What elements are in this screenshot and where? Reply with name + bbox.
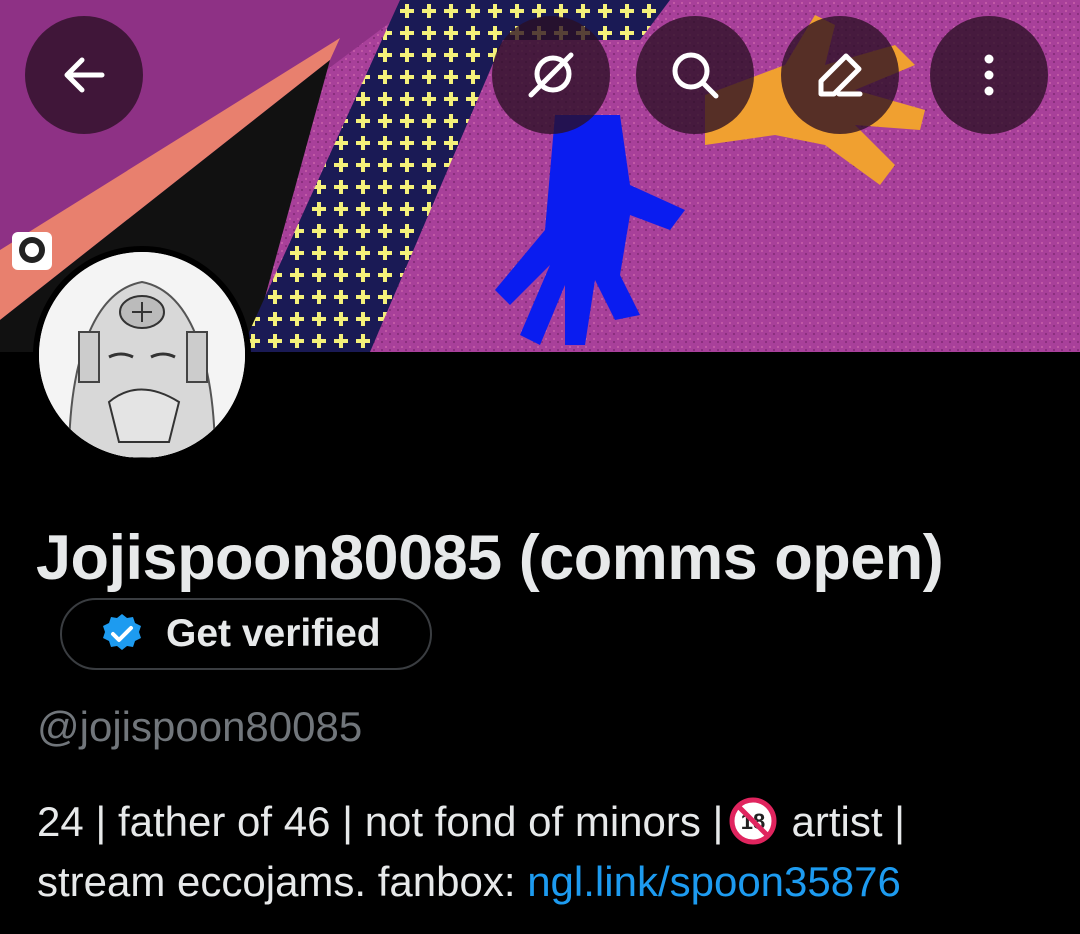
get-verified-button[interactable]: Get verified bbox=[60, 598, 432, 670]
get-verified-label: Get verified bbox=[166, 612, 381, 655]
edit-pencil-icon bbox=[818, 53, 863, 97]
profile-handle: @jojispoon80085 bbox=[37, 703, 363, 750]
display-name: Jojispoon80085 (comms open) bbox=[36, 523, 944, 593]
grok-button[interactable] bbox=[492, 16, 610, 134]
bio-text-2: artist | bbox=[791, 798, 906, 845]
compose-button[interactable] bbox=[781, 16, 899, 134]
bio-text-1: 24 | father of 46 | not fond of minors | bbox=[37, 798, 724, 845]
grok-icon bbox=[528, 52, 574, 98]
no-one-under-18-icon: 18 bbox=[729, 797, 777, 845]
profile-bio: 24 | father of 46 | not fond of minors |… bbox=[37, 792, 1057, 912]
back-button[interactable] bbox=[25, 16, 143, 134]
avatar-image bbox=[39, 252, 245, 458]
bio-link[interactable]: ngl.link/spoon35876 bbox=[527, 858, 901, 905]
bio-text-3: stream eccojams. fanbox: bbox=[37, 858, 528, 905]
verified-badge-icon bbox=[103, 614, 141, 650]
avatar[interactable] bbox=[33, 246, 251, 464]
search-icon bbox=[672, 52, 719, 99]
arrow-left-icon bbox=[64, 57, 105, 93]
more-options-button[interactable] bbox=[930, 16, 1048, 134]
more-vertical-icon bbox=[984, 54, 994, 96]
search-button[interactable] bbox=[636, 16, 754, 134]
